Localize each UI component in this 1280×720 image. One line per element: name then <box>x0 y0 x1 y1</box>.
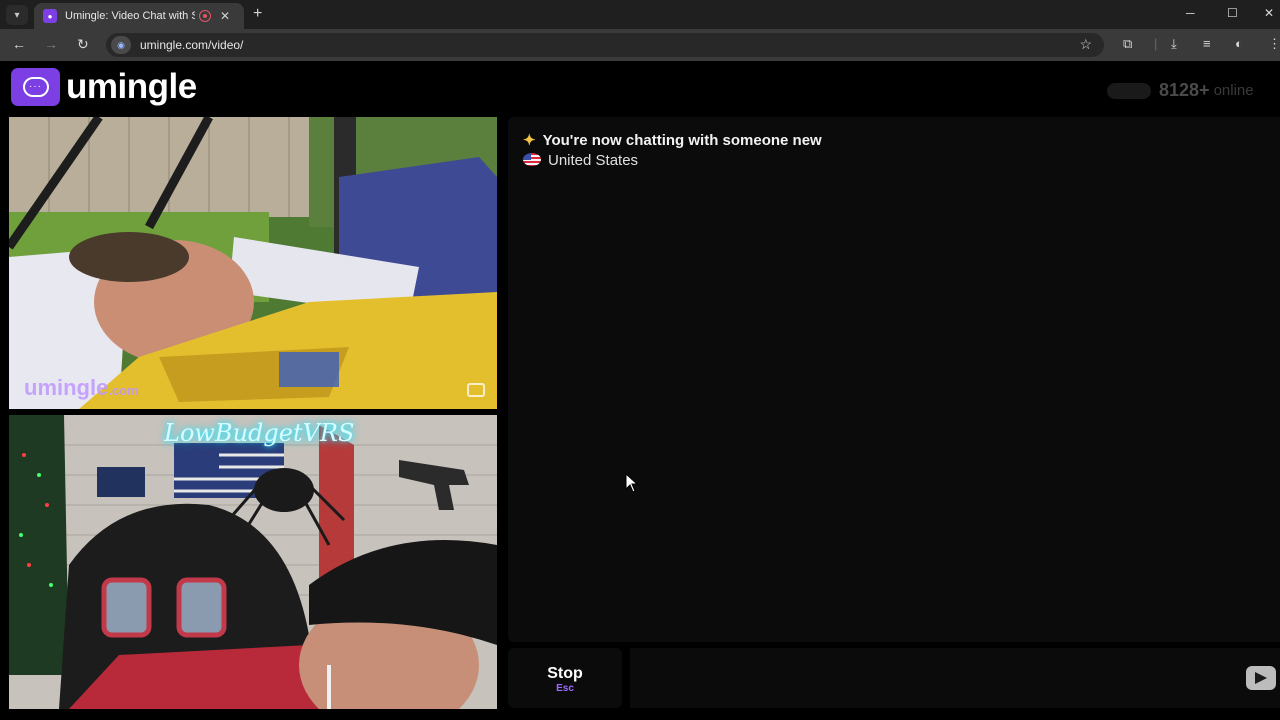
chat-status-text: You're now chatting with someone new <box>542 132 822 149</box>
star-icon[interactable]: ☆ <box>1079 36 1092 53</box>
stop-button[interactable]: Stop Esc <box>508 648 622 708</box>
chat-bubble-icon: ··· <box>22 77 49 97</box>
download-icon[interactable]: ⤓ <box>1171 36 1177 52</box>
chat-country: United States <box>523 152 638 169</box>
stop-label: Stop <box>547 665 583 682</box>
browser-toolbar: ← → ↻ ◉ umingle.com/video/ ☆ ⧉ | ⤓ ≡ ◐ ⋮ <box>0 29 1280 61</box>
send-button[interactable] <box>1246 666 1276 690</box>
menu-icon[interactable]: ⋮ <box>1268 36 1280 52</box>
close-icon[interactable]: ✕ <box>220 9 230 23</box>
profile-icon[interactable]: ◐ <box>1235 36 1243 51</box>
online-count: 8128+ <box>1159 80 1210 100</box>
sparkle-icon: ✦ <box>523 132 536 149</box>
chat-panel: ✦ You're now chatting with someone new Un… <box>508 117 1280 642</box>
reload-icon[interactable]: ↻ <box>77 36 89 53</box>
browser-tab[interactable]: ● Umingle: Video Chat with Strangers ✕ <box>34 3 244 29</box>
country-text: United States <box>548 152 639 169</box>
recording-icon <box>199 10 211 22</box>
maximize-icon[interactable]: ☐ <box>1227 6 1238 20</box>
forward-icon[interactable]: → <box>44 36 58 52</box>
report-icon[interactable] <box>467 383 485 397</box>
logo-text[interactable]: umingle <box>66 67 197 107</box>
online-label: online <box>1213 82 1254 99</box>
site-favicon-icon: ● <box>43 9 57 23</box>
tab-title: Umingle: Video Chat with Strangers <box>65 10 195 22</box>
address-bar[interactable]: ◉ umingle.com/video/ ☆ <box>106 33 1104 57</box>
tab-strip: ▾ ● Umingle: Video Chat with Strangers ✕… <box>0 0 1280 29</box>
flag-icon <box>523 153 541 166</box>
minimize-icon[interactable]: ─ <box>1186 6 1195 20</box>
tab-menu-icon[interactable]: ▾ <box>6 5 28 25</box>
watermark-suffix: .com <box>108 383 139 398</box>
media-icon[interactable]: ≡ <box>1203 36 1211 51</box>
url-text[interactable]: umingle.com/video/ <box>140 38 243 52</box>
online-toggle <box>1107 82 1151 99</box>
watermark-text: umingle <box>24 375 109 400</box>
toolbar-divider: | <box>1154 36 1158 51</box>
new-tab-icon[interactable]: + <box>253 5 262 23</box>
self-video-frame <box>9 415 497 709</box>
back-icon[interactable]: ← <box>12 36 26 52</box>
neon-sign: LowBudgetVRS <box>164 419 355 447</box>
mouse-cursor-icon <box>625 473 639 493</box>
self-video: LowBudgetVRS <box>9 415 497 709</box>
stop-shortcut: Esc <box>556 683 574 694</box>
send-icon <box>1255 672 1267 684</box>
online-indicator: 8128+ online <box>1107 80 1254 101</box>
chat-status-message: ✦ You're now chatting with someone new <box>523 131 822 149</box>
video-watermark: umingle.com <box>24 375 139 401</box>
logo-badge[interactable]: ··· <box>11 68 60 106</box>
extensions-icon[interactable]: ⧉ <box>1123 36 1132 52</box>
window-close-icon[interactable]: ✕ <box>1264 6 1274 20</box>
stranger-video: umingle.com <box>9 117 497 409</box>
message-input[interactable] <box>630 648 1280 708</box>
stranger-video-frame <box>9 117 497 409</box>
site-info-icon[interactable]: ◉ <box>111 36 131 54</box>
